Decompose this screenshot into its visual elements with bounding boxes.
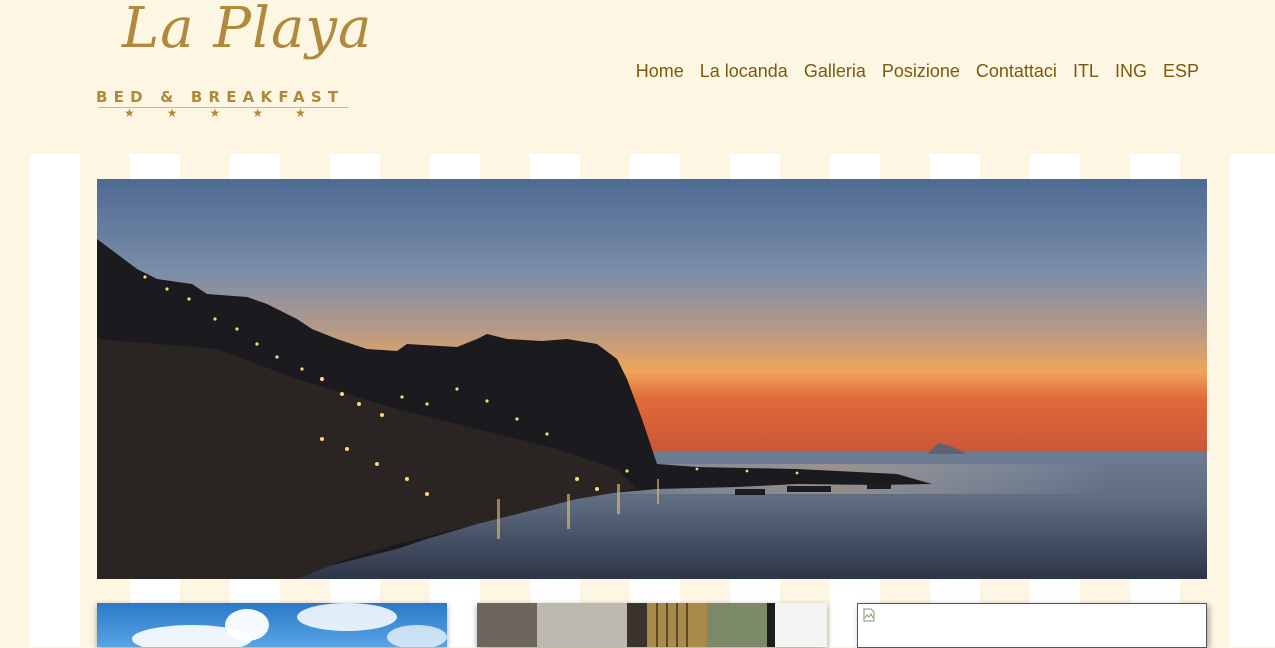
interior-photo <box>477 603 827 647</box>
main-nav: Home La locanda Galleria Posizione Conta… <box>620 60 1199 82</box>
nav-item-posizione[interactable]: Posizione <box>882 60 960 82</box>
logo-stars-icon: ★★★★★ <box>124 106 338 120</box>
site-logo[interactable]: La Playa BED & BREAKFAST ★★★★★ <box>96 0 371 124</box>
hero-image <box>97 179 1207 579</box>
nav-item-home[interactable]: Home <box>636 60 684 82</box>
thumbnail-sky[interactable] <box>97 603 447 647</box>
sky-photo <box>132 603 447 647</box>
nav-item-lang-ing[interactable]: ING <box>1115 60 1147 82</box>
nav-item-lang-esp[interactable]: ESP <box>1163 60 1199 82</box>
nav-item-galleria[interactable]: Galleria <box>804 60 866 82</box>
thumbnail-interior[interactable] <box>477 603 827 647</box>
broken-image-icon <box>863 608 875 622</box>
site-header: La Playa BED & BREAKFAST ★★★★★ Home La l… <box>0 0 1275 154</box>
sunset-harbor-photo <box>97 179 1207 579</box>
nav-item-contattaci[interactable]: Contattaci <box>976 60 1057 82</box>
thumbnail-broken[interactable] <box>857 603 1207 648</box>
logo-script-text: La Playa <box>122 0 373 61</box>
nav-item-la-locanda[interactable]: La locanda <box>700 60 788 82</box>
logo-subtitle: BED & BREAKFAST <box>96 88 345 106</box>
nav-item-lang-itl[interactable]: ITL <box>1073 60 1099 82</box>
